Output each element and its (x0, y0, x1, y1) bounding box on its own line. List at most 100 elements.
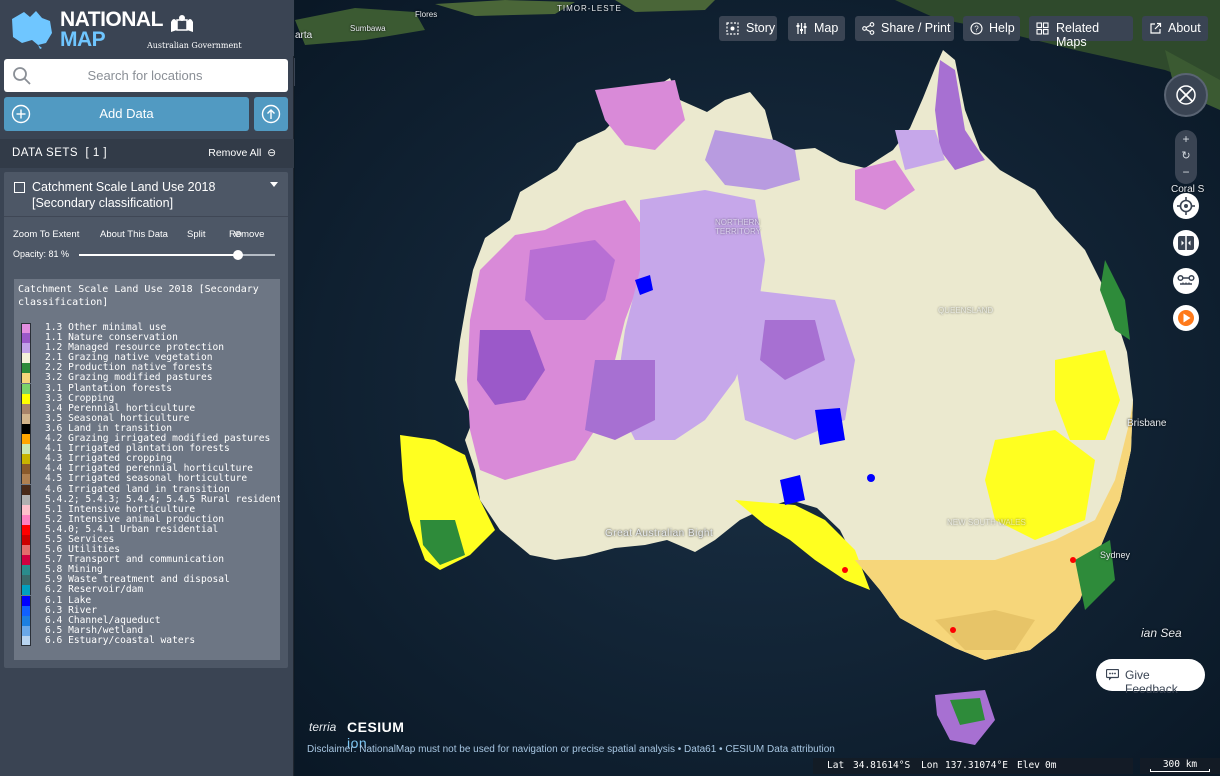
legend-swatch (21, 464, 31, 475)
legend-swatch (21, 484, 31, 495)
upload-icon (261, 104, 281, 124)
layer-title[interactable]: Catchment Scale Land Use 2018 [Secondary… (32, 179, 262, 211)
map-label-qld: QUEENSLAND (938, 306, 994, 315)
compass-control[interactable] (1164, 73, 1208, 117)
share-icon (862, 22, 875, 35)
map-label-flores: Flores (415, 10, 438, 19)
workbench-item: Catchment Scale Land Use 2018 [Secondary… (4, 172, 288, 668)
legend-swatch (21, 615, 31, 626)
legend-swatch (21, 393, 31, 404)
legend-swatch (21, 555, 31, 566)
sidebar: NATIONAL MAP Australian Government Add D… (0, 0, 294, 776)
play-icon (1178, 310, 1194, 326)
legend-swatch (21, 353, 31, 364)
split-screen-icon (1178, 236, 1194, 250)
legend-swatch (21, 423, 31, 434)
legend-swatch (21, 585, 31, 596)
split-button[interactable]: Split (187, 229, 205, 240)
split-compare-button[interactable] (1173, 230, 1199, 256)
layer-visibility-checkbox[interactable] (14, 182, 25, 193)
opacity-slider-handle[interactable] (232, 250, 243, 260)
layer-actions: Zoom To Extent About This Data Split Rem… (4, 229, 288, 243)
disclaimer-text: Disclaimer: NationalMap must not be used… (307, 744, 675, 755)
terria-logo[interactable]: terria (309, 720, 336, 734)
legend-swatch (21, 474, 31, 485)
legend-title: Catchment Scale Land Use 2018 [Secondary… (18, 284, 259, 308)
data-attribution-link[interactable]: Data attribution (767, 744, 835, 755)
map-label-jakarta: arta (295, 30, 313, 41)
minus-circle-icon: ⊖ (267, 147, 276, 159)
workbench-item-header[interactable]: Catchment Scale Land Use 2018 [Secondary… (4, 172, 288, 216)
map-label-tasman-sea: ian Sea (1141, 626, 1182, 640)
legend-swatch (21, 565, 31, 576)
legend-swatch (21, 444, 31, 455)
legend-swatch (21, 605, 31, 616)
legend-swatch (21, 494, 31, 505)
legend-swatch (21, 545, 31, 556)
map-label-sumbawa: Sumbawa (350, 24, 386, 33)
opacity-slider[interactable] (79, 250, 275, 260)
legend-swatch (21, 333, 31, 344)
add-data-label: Add Data (99, 106, 154, 121)
legend-swatch (21, 635, 31, 646)
zoom-reset-button[interactable]: ↻ (1175, 149, 1197, 162)
legend-swatch (21, 504, 31, 515)
help-icon: ? (970, 22, 983, 35)
zoom-out-button[interactable]: − (1175, 165, 1197, 179)
expand-caret-icon[interactable] (270, 182, 278, 187)
map-settings-icon (796, 23, 807, 34)
zoom-to-extent-button[interactable]: Zoom To Extent (13, 229, 79, 240)
zoom-control: + ↻ − (1175, 130, 1197, 184)
legend-swatch (21, 524, 31, 535)
data61-link[interactable]: Data61 (684, 744, 716, 755)
legend-swatch (21, 343, 31, 354)
share-print-button[interactable]: Share / Print (855, 16, 954, 41)
divider (4, 216, 288, 217)
upload-data-button[interactable] (254, 97, 288, 131)
svg-text:?: ? (974, 25, 979, 34)
coat-of-arms-icon (171, 15, 193, 32)
legend-swatch (21, 454, 31, 465)
story-button[interactable]: Story (719, 16, 777, 41)
legend-swatch (21, 413, 31, 424)
legend-label: 6.6 Estuary/coastal waters (45, 634, 196, 646)
legend-swatch (21, 595, 31, 606)
map-canvas[interactable] (295, 0, 1220, 776)
legend-swatch (21, 323, 31, 333)
my-location-button[interactable] (1173, 193, 1199, 219)
about-this-data-button[interactable]: About This Data (100, 229, 168, 240)
latitude-value: 34.81614°S (853, 760, 911, 771)
story-play-button[interactable] (1173, 305, 1199, 331)
brand-header: NATIONAL MAP Australian Government (0, 0, 294, 56)
zoom-in-button[interactable]: + (1175, 132, 1197, 146)
legend-swatch (21, 363, 31, 374)
feedback-icon (1106, 669, 1119, 681)
australia-logo-icon (12, 11, 52, 49)
legend-swatch (21, 383, 31, 394)
compass-icon (1176, 85, 1196, 105)
search-input[interactable] (40, 63, 280, 88)
remove-layer-button[interactable]: Remove ⊖ (229, 229, 264, 240)
map-label-timor: TIMOR-LESTE (557, 4, 622, 13)
longitude-value: 137.31074°E (945, 760, 1008, 771)
legend-swatch (21, 514, 31, 525)
cesium-link[interactable]: CESIUM (725, 744, 764, 755)
related-maps-button[interactable]: Related Maps (1029, 16, 1133, 49)
legend-swatch (21, 403, 31, 414)
legend-swatch (21, 625, 31, 636)
add-data-button[interactable]: Add Data (4, 97, 249, 131)
map-viewer[interactable]: TIMOR-LESTE Sumbawa Flores arta Coral S … (295, 0, 1220, 776)
remove-all-button[interactable]: Remove All ⊖ (208, 147, 276, 159)
scale-label: 300 km (1162, 759, 1198, 770)
map-settings-button[interactable]: Map (788, 16, 845, 41)
help-button[interactable]: ? Help (963, 16, 1020, 41)
external-link-icon (1150, 22, 1162, 34)
location-search[interactable] (4, 59, 288, 92)
measure-tool-button[interactable] (1173, 268, 1199, 294)
measure-icon (1177, 274, 1195, 285)
crosshair-icon (1177, 197, 1195, 215)
give-feedback-button[interactable]: Give Feedback (1096, 659, 1205, 696)
about-button[interactable]: About (1142, 16, 1208, 41)
datasets-header: DATA SETS [ 1 ] Remove All ⊖ (0, 139, 294, 168)
opacity-slider-fill (79, 254, 238, 256)
